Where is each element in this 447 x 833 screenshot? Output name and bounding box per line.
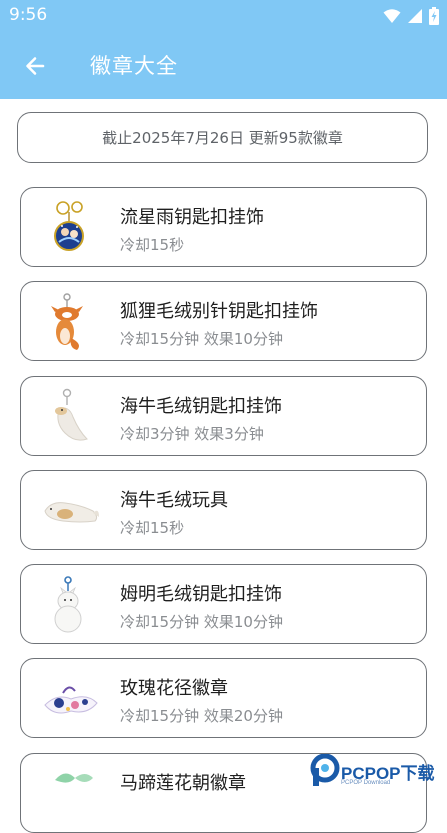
badge-name: 狐狸毛绒别针钥匙扣挂饰 bbox=[120, 301, 318, 322]
manatee-plush-image bbox=[44, 502, 99, 523]
status-bar: 9:56 bbox=[0, 0, 447, 32]
update-notice: 截止2025年7月26日 更新95款徽章 bbox=[17, 112, 428, 163]
badge-detail: 冷却15分钟 效果10分钟 bbox=[120, 613, 283, 631]
badge-name: 姆明毛绒钥匙扣挂饰 bbox=[120, 584, 282, 605]
fox-plush-image bbox=[51, 293, 83, 350]
wifi-icon bbox=[383, 9, 401, 23]
watermark: PCPOP下载 PCPOP Download bbox=[308, 751, 447, 794]
badge-detail: 冷却15秒 bbox=[120, 236, 185, 254]
badge-name: 流星雨钥匙扣挂饰 bbox=[120, 207, 264, 228]
badge-detail: 冷却15分钟 效果10分钟 bbox=[120, 330, 283, 348]
meteor-keychain-image bbox=[54, 201, 84, 251]
badge-name: 海牛毛绒钥匙扣挂饰 bbox=[120, 396, 282, 417]
badge-detail: 冷却15分钟 效果20分钟 bbox=[120, 707, 283, 725]
watermark-logo-icon bbox=[310, 754, 340, 786]
badge-name: 海牛毛绒玩具 bbox=[120, 490, 228, 511]
app-bar: 徽章大全 bbox=[0, 32, 447, 99]
badge-item-fox-plush[interactable]: 狐狸毛绒别针钥匙扣挂饰 冷却15分钟 效果10分钟 bbox=[20, 281, 427, 361]
badge-detail: 冷却3分钟 效果3分钟 bbox=[120, 425, 264, 443]
battery-icon bbox=[429, 7, 439, 25]
signal-icon bbox=[408, 9, 422, 23]
badge-detail: 冷却15秒 bbox=[120, 519, 185, 537]
status-time: 9:56 bbox=[9, 5, 48, 25]
badge-item-manatee-keychain[interactable]: 海牛毛绒钥匙扣挂饰 冷却3分钟 效果3分钟 bbox=[20, 376, 427, 456]
watermark-subtext: PCPOP Download bbox=[341, 780, 391, 786]
back-arrow-icon bbox=[26, 57, 45, 75]
manatee-keychain-image bbox=[55, 388, 88, 441]
badge-item-meteor-keychain[interactable]: 流星雨钥匙扣挂饰 冷却15秒 bbox=[20, 187, 427, 267]
status-icons bbox=[383, 7, 439, 25]
moomin-keychain-image bbox=[54, 576, 82, 633]
calla-badge-image bbox=[55, 773, 93, 783]
badge-name: 玫瑰花径徽章 bbox=[120, 678, 228, 699]
badge-item-rose-path-badge[interactable]: 玫瑰花径徽章 冷却15分钟 效果20分钟 bbox=[20, 658, 427, 738]
page-title: 徽章大全 bbox=[90, 54, 178, 78]
badge-item-manatee-plush[interactable]: 海牛毛绒玩具 冷却15秒 bbox=[20, 470, 427, 550]
rose-path-badge-image bbox=[44, 686, 98, 714]
badge-name: 马蹄莲花朝徽章 bbox=[120, 773, 246, 794]
badge-item-moomin-keychain[interactable]: 姆明毛绒钥匙扣挂饰 冷却15分钟 效果10分钟 bbox=[20, 564, 427, 644]
update-notice-text: 截止2025年7月26日 更新95款徽章 bbox=[102, 129, 343, 147]
back-button[interactable] bbox=[18, 49, 52, 83]
